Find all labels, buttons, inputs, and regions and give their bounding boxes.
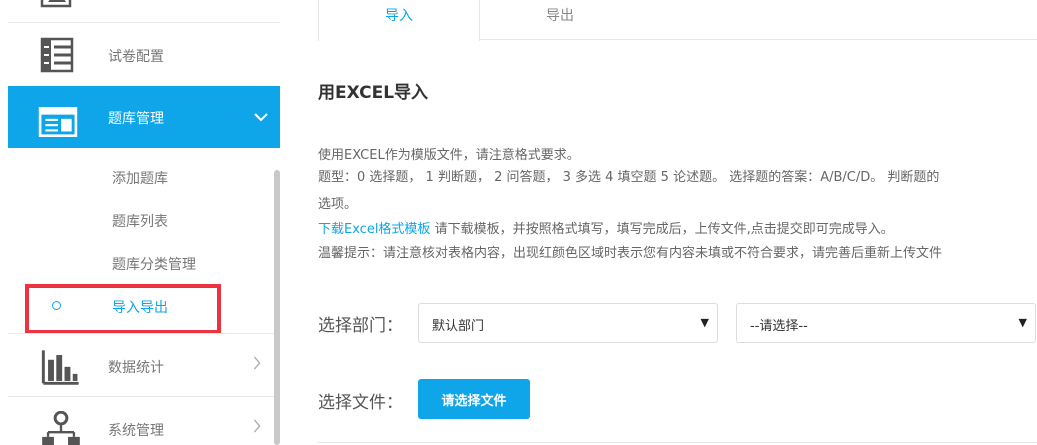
page-title: 用EXCEL导入 — [318, 83, 429, 103]
paper-config-icon — [40, 37, 74, 73]
sidebar: 试卷配置 题库管理 添加题库 题库列表 题库分类管理 导入导出 数据统计 系统管… — [0, 0, 280, 445]
dept-label: 选择部门： — [318, 316, 403, 336]
question-bank-icon — [38, 107, 78, 137]
org-chart-icon — [42, 411, 80, 445]
sidebar-item-label: 系统管理 — [108, 423, 164, 439]
file-label: 选择文件： — [318, 393, 403, 413]
chevron-down-icon[interactable] — [254, 110, 268, 124]
tab-import[interactable]: 导入 — [318, 0, 480, 41]
dropdown-arrow-icon: ▼ — [700, 316, 709, 329]
sidebar-item-label: 题库管理 — [108, 111, 164, 127]
subitem-add-bank[interactable]: 添加题库 — [112, 168, 168, 188]
instruction-line: 使用EXCEL作为模版文件，请注意格式要求。 — [318, 148, 580, 163]
dropdown-arrow-icon: ▼ — [1018, 316, 1027, 329]
sidebar-item-label: 数据统计 — [108, 360, 164, 376]
sidebar-item-paper-config[interactable]: 试卷配置 — [8, 23, 280, 85]
image-icon — [40, 0, 72, 8]
highlight-box — [25, 284, 221, 334]
chevron-right-icon[interactable] — [250, 356, 264, 370]
instruction-line: 题型：0 选择题， 1 判断题， 2 问答题， 3 多选 4 填空题 5 论述题… — [318, 170, 940, 185]
divider — [318, 442, 1037, 443]
sidebar-item-question-bank[interactable]: 题库管理 — [8, 86, 280, 148]
subitem-bank-category[interactable]: 题库分类管理 — [112, 254, 196, 274]
instruction-line: 下载Excel格式模板 请下载模板，并按照格式填写，填写完成后，上传文件,点击提… — [318, 218, 894, 237]
instruction-line: 选项。 — [318, 197, 358, 212]
bar-chart-icon — [41, 350, 79, 385]
sub-dept-select[interactable]: --请选择-- ▼ — [736, 303, 1036, 343]
tab-bar: 导入 导出 — [318, 0, 1037, 41]
main-content: 导入 导出 用EXCEL导入 使用EXCEL作为模版文件，请注意格式要求。 题型… — [318, 0, 1037, 445]
chevron-right-icon[interactable] — [250, 419, 264, 433]
subitem-bank-list[interactable]: 题库列表 — [112, 211, 168, 231]
tab-export[interactable]: 导出 — [480, 0, 640, 40]
download-template-link[interactable]: 下载Excel格式模板 — [318, 222, 430, 237]
sidebar-item-label: 试卷配置 — [108, 49, 164, 65]
choose-file-button[interactable]: 请选择文件 — [418, 379, 530, 419]
sub-dept-select-value: --请选择-- — [750, 319, 808, 334]
sidebar-item-statistics[interactable]: 数据统计 — [8, 334, 280, 396]
instruction-text: 请下载模板，并按照格式填写，填写完成后，上传文件,点击提交即可完成导入。 — [430, 222, 894, 237]
sidebar-scrollbar[interactable] — [274, 170, 280, 445]
instruction-line: 温馨提示：请注意核对表格内容，出现红颜色区域时表示您有内容未填或不符合要求，请完… — [318, 246, 943, 261]
sidebar-item-system[interactable]: 系统管理 — [8, 397, 280, 445]
dept-select-value: 默认部门 — [432, 319, 485, 334]
dept-select[interactable]: 默认部门 ▼ — [418, 303, 718, 343]
